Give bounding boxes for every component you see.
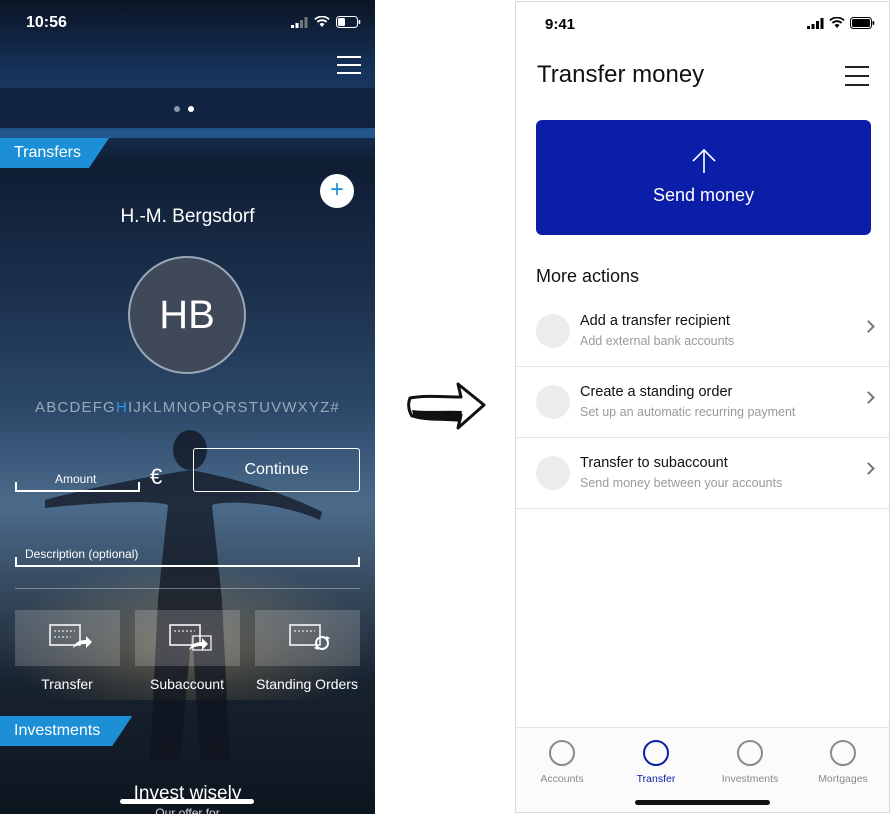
arrow-up-icon xyxy=(692,148,716,173)
currency-symbol: € xyxy=(150,464,163,489)
status-bar: 10:56 xyxy=(0,0,375,48)
tab-investments[interactable]: Investments xyxy=(710,740,790,785)
tab-mortgages[interactable]: Mortgages xyxy=(803,740,883,785)
transfer-icon xyxy=(49,624,92,648)
amount-input[interactable] xyxy=(15,482,140,492)
alphabet-index-active-letter: H xyxy=(115,399,128,416)
action-icon-placeholder xyxy=(536,456,570,490)
page-dots xyxy=(174,106,194,112)
plus-icon: + xyxy=(329,176,344,203)
new-transfer-screen: 9:41 Transfer money Send money More acti… xyxy=(515,1,890,813)
transfer-tab-icon xyxy=(643,740,669,766)
old-transfer-screen: 10:56 Transfers + H.-M. Bergsdorf HB ABC… xyxy=(0,0,375,814)
recipient-avatar[interactable]: HB xyxy=(128,256,246,374)
investments-tab-icon xyxy=(737,740,763,766)
signal-icon xyxy=(291,16,308,28)
send-money-label: Send money xyxy=(652,185,755,205)
transfer-tile-label: Transfer xyxy=(41,676,93,692)
battery-icon xyxy=(336,16,361,28)
action-icon-placeholder xyxy=(536,314,570,348)
action-icon-placeholder xyxy=(536,385,570,419)
action-add-recipient[interactable]: Add a transfer recipient Add external ba… xyxy=(516,296,889,367)
action-subtitle: Add external bank accounts xyxy=(580,334,735,348)
hamburger-menu-icon[interactable] xyxy=(337,56,361,76)
accounts-tab-icon xyxy=(549,740,575,766)
hamburger-menu-icon[interactable] xyxy=(845,66,869,86)
transfer-tile[interactable] xyxy=(15,610,120,666)
tab-transfer[interactable]: Transfer xyxy=(616,740,696,785)
add-recipient-button[interactable]: + xyxy=(320,174,354,208)
action-transfer-subaccount[interactable]: Transfer to subaccount Send money betwee… xyxy=(516,438,889,509)
chevron-right-icon xyxy=(862,391,875,404)
alphabet-index[interactable]: ABCDEFGHIJKLMNOPQRSTUVWXYZ# xyxy=(0,399,375,416)
action-title: Create a standing order xyxy=(580,384,733,400)
action-subtitle: Set up an automatic recurring payment xyxy=(580,405,796,419)
comparison-stage: 10:56 Transfers + H.-M. Bergsdorf HB ABC… xyxy=(0,0,891,814)
right-arrow-icon xyxy=(407,382,486,430)
description-input[interactable] xyxy=(15,557,360,567)
action-title: Add a transfer recipient xyxy=(580,313,730,329)
standing-order-icon xyxy=(289,624,330,650)
continue-button[interactable]: Continue xyxy=(193,448,360,492)
investments-section-tag: Investments xyxy=(0,716,132,746)
recipient-name: H.-M. Bergsdorf xyxy=(120,206,255,227)
status-time: 10:56 xyxy=(26,14,67,31)
action-standing-order[interactable]: Create a standing order Set up an automa… xyxy=(516,367,889,438)
subaccount-tile-label: Subaccount xyxy=(150,676,224,692)
chevron-right-icon xyxy=(862,462,875,475)
tab-accounts[interactable]: Accounts xyxy=(522,740,602,785)
subaccount-icon xyxy=(169,624,212,651)
home-indicator[interactable] xyxy=(635,800,770,805)
invest-subtitle: Our offer for xyxy=(155,806,220,814)
action-subtitle: Send money between your accounts xyxy=(580,476,783,490)
action-title: Transfer to subaccount xyxy=(580,455,728,471)
standing-orders-tile[interactable] xyxy=(255,610,360,666)
send-money-button[interactable]: Send money xyxy=(536,120,871,235)
signal-icon xyxy=(807,17,824,29)
battery-icon xyxy=(850,17,875,29)
page-title: Transfer money xyxy=(537,61,705,88)
transfers-section-tag: Transfers xyxy=(0,138,109,168)
subaccount-tile[interactable] xyxy=(135,610,240,666)
standing-orders-tile-label: Standing Orders xyxy=(256,676,358,692)
wifi-icon xyxy=(829,17,845,28)
chevron-right-icon xyxy=(862,320,875,333)
more-actions-heading: More actions xyxy=(536,266,640,286)
mortgages-tab-icon xyxy=(830,740,856,766)
wifi-icon xyxy=(314,16,330,27)
home-indicator[interactable] xyxy=(120,799,254,804)
status-time: 9:41 xyxy=(545,16,576,33)
